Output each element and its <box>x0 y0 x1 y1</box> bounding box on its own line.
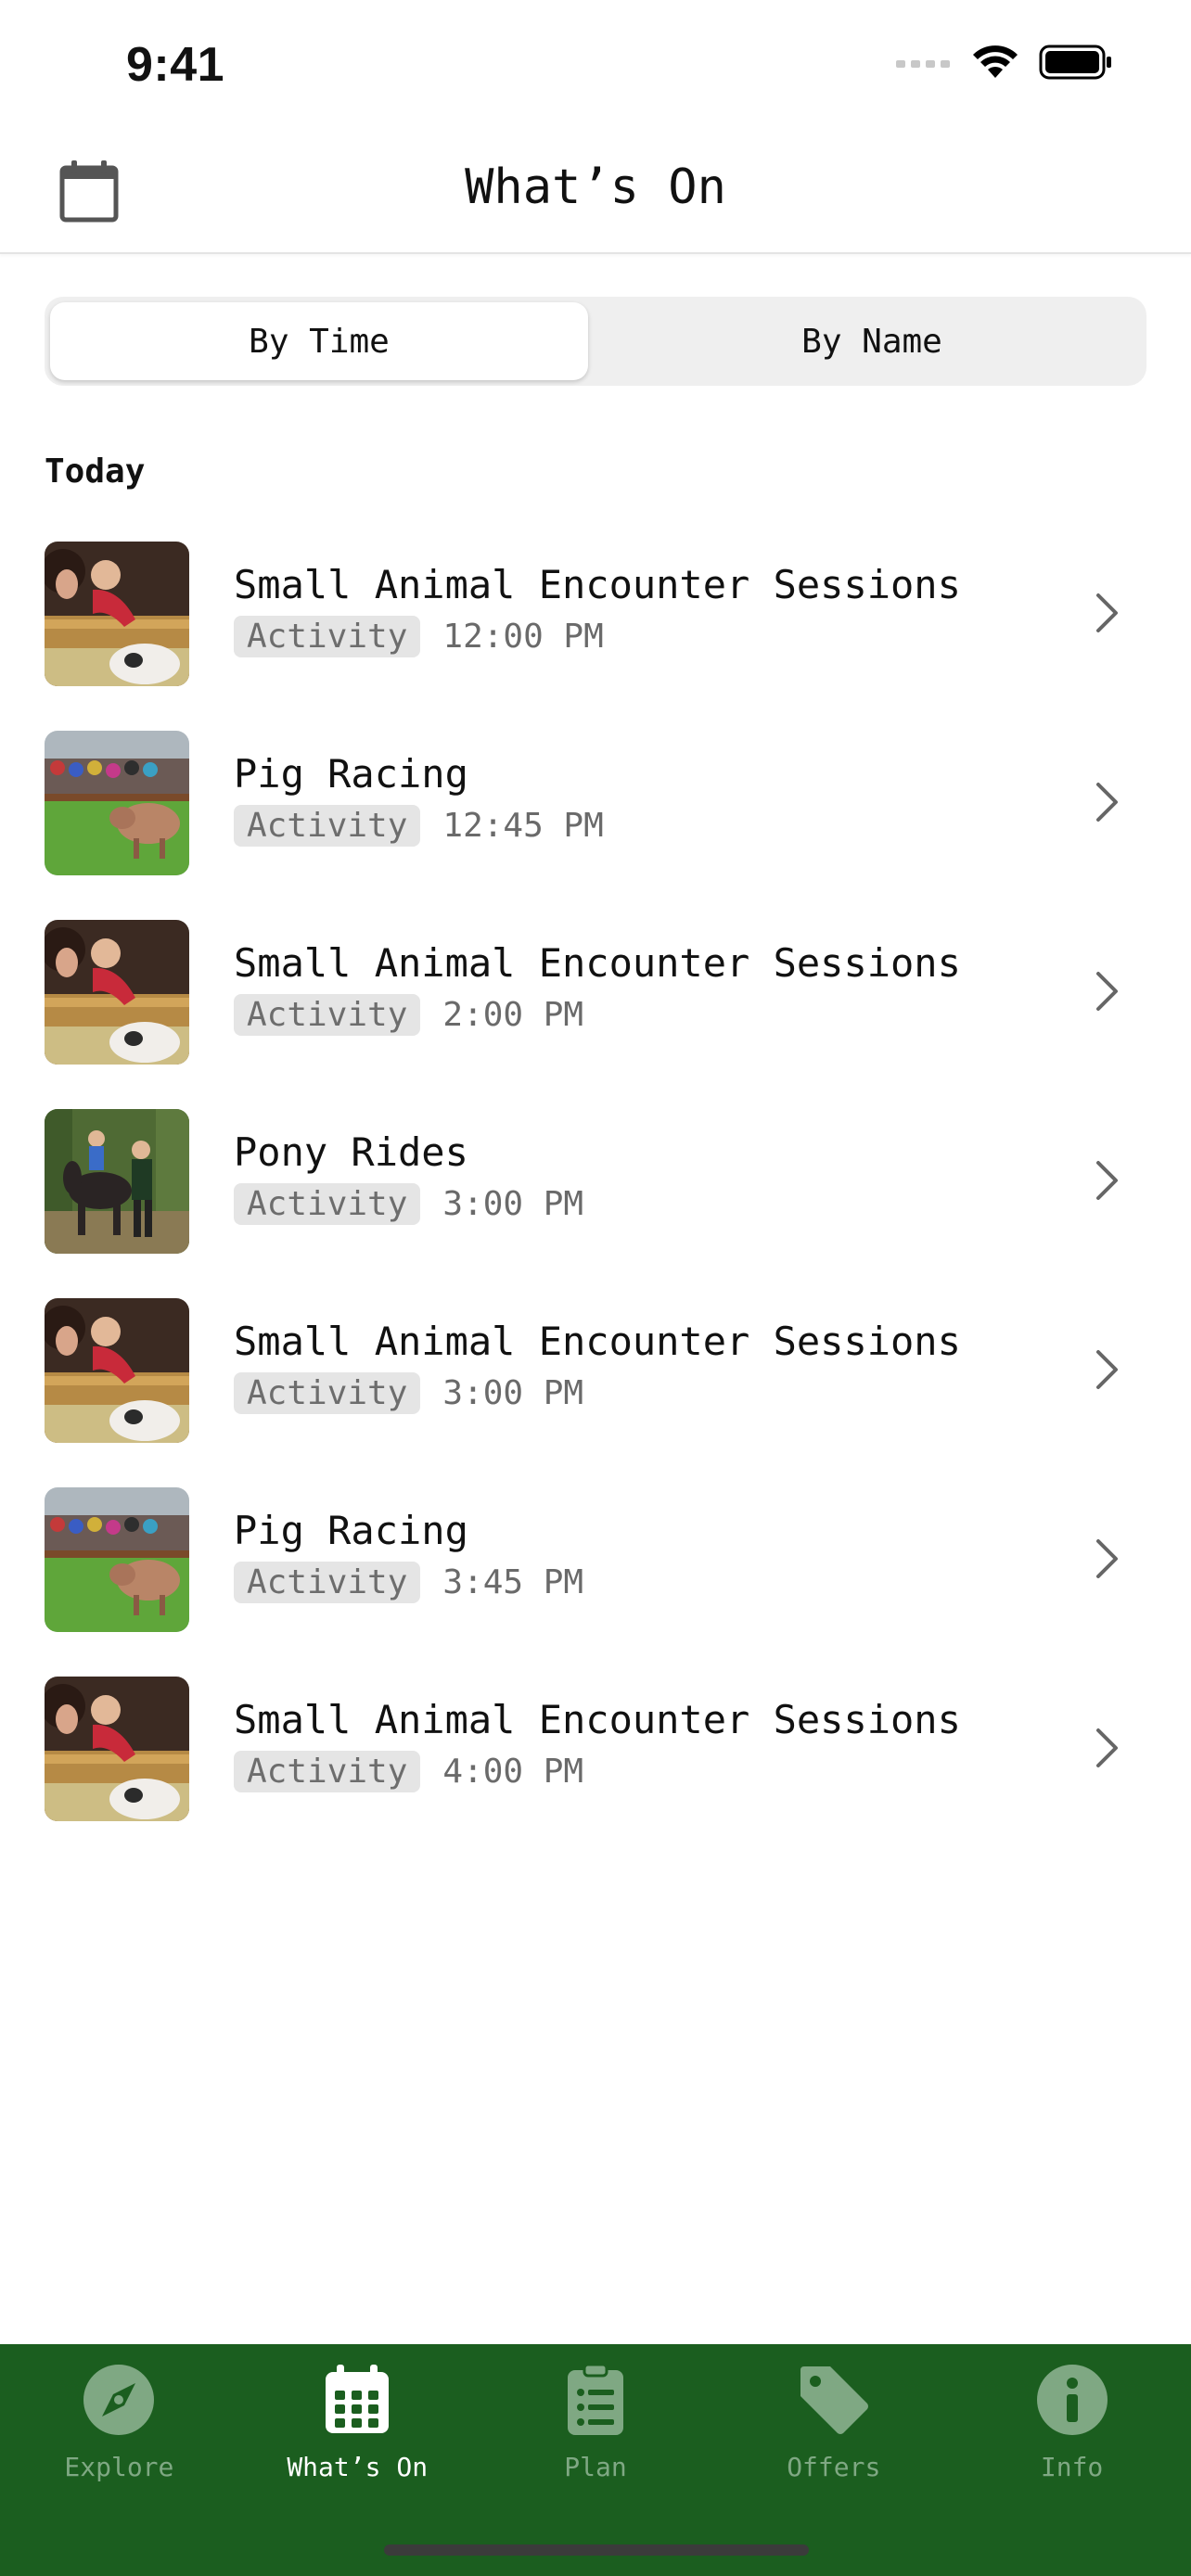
tab-whats-on[interactable]: What’s On <box>238 2344 477 2502</box>
chevron-right-icon <box>1096 1539 1118 1578</box>
event-time: 4:00 PM <box>442 1753 584 1791</box>
event-time: 3:00 PM <box>442 1374 584 1412</box>
chevron-right-icon <box>1096 1728 1118 1767</box>
event-meta: Activity 12:00 PM <box>234 616 604 657</box>
event-type-badge: Activity <box>234 616 421 657</box>
event-thumbnail-small-animal <box>45 1298 189 1443</box>
event-title: Pony Rides <box>234 1129 468 1175</box>
info-icon <box>1036 2365 1108 2435</box>
event-time: 3:00 PM <box>442 1185 584 1223</box>
event-meta: Activity 3:00 PM <box>234 1372 583 1414</box>
event-title: Small Animal Encounter Sessions <box>234 1319 961 1364</box>
event-type-badge: Activity <box>234 1751 421 1792</box>
event-row[interactable]: Small Animal Encounter Sessions Activity… <box>0 1294 1191 1484</box>
event-row[interactable]: Small Animal Encounter Sessions Activity… <box>0 1673 1191 1862</box>
event-title: Pig Racing <box>234 1508 468 1553</box>
tab-bar: Explore What’s On Plan Offers Info <box>0 2344 1191 2576</box>
event-meta: Activity 3:00 PM <box>234 1183 583 1225</box>
chevron-right-icon <box>1096 972 1118 1011</box>
event-meta: Activity 3:45 PM <box>234 1562 583 1603</box>
event-list: Small Animal Encounter Sessions Activity… <box>0 538 1191 1862</box>
event-row[interactable]: Pig Racing Activity 3:45 PM <box>0 1484 1191 1673</box>
tab-label: Plan <box>564 2452 627 2482</box>
event-thumbnail-small-animal <box>45 1677 189 1821</box>
chevron-right-icon <box>1096 1161 1118 1200</box>
chevron-right-icon <box>1096 1350 1118 1389</box>
tab-label: Explore <box>64 2452 174 2482</box>
chevron-right-icon <box>1096 593 1118 632</box>
tab-plan[interactable]: Plan <box>477 2344 715 2502</box>
nav-header: What’s On <box>0 130 1191 254</box>
event-meta: Activity 12:45 PM <box>234 805 604 847</box>
signal-icon <box>896 60 950 68</box>
event-title: Pig Racing <box>234 751 468 797</box>
event-time: 2:00 PM <box>442 996 584 1034</box>
event-thumbnail-pig-racing <box>45 1487 189 1632</box>
event-type-badge: Activity <box>234 805 421 847</box>
chevron-right-icon <box>1096 783 1118 822</box>
status-icons <box>896 45 1113 80</box>
tab-info[interactable]: Info <box>953 2344 1191 2502</box>
event-time: 3:45 PM <box>442 1563 584 1601</box>
segment-by-time[interactable]: By Time <box>50 302 588 380</box>
tag-icon <box>800 2366 868 2434</box>
tab-label: Info <box>1040 2452 1104 2482</box>
tab-label: Offers <box>787 2452 881 2482</box>
compass-icon <box>83 2365 155 2435</box>
event-title: Small Animal Encounter Sessions <box>234 940 961 986</box>
tab-offers[interactable]: Offers <box>714 2344 953 2502</box>
status-time: 9:41 <box>126 38 225 92</box>
status-bar: 9:41 <box>0 0 1191 130</box>
calendar-grid-icon <box>326 2365 390 2433</box>
tab-explore[interactable]: Explore <box>0 2344 238 2502</box>
event-meta: Activity 4:00 PM <box>234 1751 583 1792</box>
sort-segmented-control: By Time By Name <box>45 297 1146 386</box>
event-row[interactable]: Small Animal Encounter Sessions Activity… <box>0 538 1191 727</box>
event-row[interactable]: Pig Racing Activity 12:45 PM <box>0 727 1191 916</box>
event-title: Small Animal Encounter Sessions <box>234 1697 961 1742</box>
segment-by-name[interactable]: By Name <box>603 302 1141 380</box>
event-type-badge: Activity <box>234 1183 421 1225</box>
tab-label: What’s On <box>287 2452 429 2482</box>
event-time: 12:00 PM <box>442 618 604 656</box>
section-title-today: Today <box>45 453 146 491</box>
event-type-badge: Activity <box>234 994 421 1036</box>
event-thumbnail-pony-rides <box>45 1109 189 1254</box>
clipboard-list-icon <box>567 2363 623 2435</box>
event-meta: Activity 2:00 PM <box>234 994 583 1036</box>
home-indicator <box>384 2544 809 2556</box>
page-title: What’s On <box>465 159 726 215</box>
event-type-badge: Activity <box>234 1562 421 1603</box>
event-row[interactable]: Small Animal Encounter Sessions Activity… <box>0 916 1191 1105</box>
event-type-badge: Activity <box>234 1372 421 1414</box>
battery-icon <box>1039 45 1111 80</box>
event-row[interactable]: Pony Rides Activity 3:00 PM <box>0 1105 1191 1294</box>
event-thumbnail-small-animal <box>45 542 189 686</box>
event-thumbnail-pig-racing <box>45 731 189 875</box>
event-title: Small Animal Encounter Sessions <box>234 562 961 607</box>
event-thumbnail-small-animal <box>45 920 189 1065</box>
wifi-icon <box>973 45 1018 78</box>
event-time: 12:45 PM <box>442 807 604 845</box>
